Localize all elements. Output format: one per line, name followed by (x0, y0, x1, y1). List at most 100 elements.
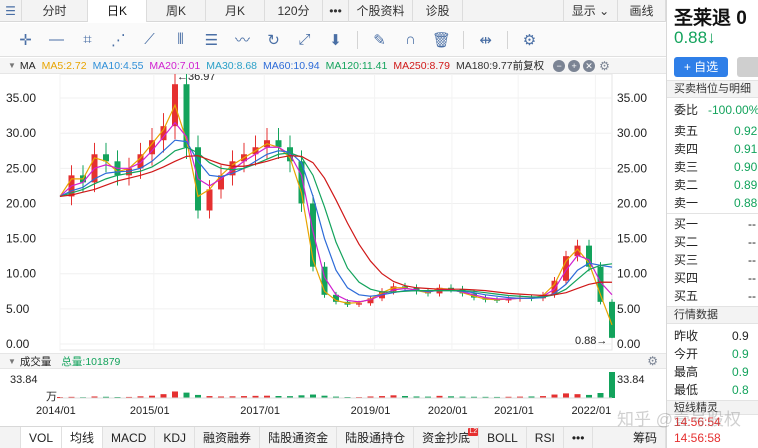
stock-price: 0.88↓ (674, 28, 716, 48)
volume-bar (563, 393, 569, 398)
sell-label: 卖一 (674, 196, 699, 210)
tab-macd[interactable]: MACD (103, 426, 156, 448)
collapse-icon[interactable]: ▼ (8, 357, 16, 366)
tab-bottom-fund[interactable]: 资金抄底 L2 (414, 426, 480, 448)
quote-row: 最低 0.8 (674, 381, 758, 399)
arrow-down-icon[interactable]: ⬇ (320, 27, 351, 53)
y-tick-label: 30.00 (6, 126, 36, 140)
tab-daily-k[interactable]: 日K (88, 0, 147, 22)
tab-more[interactable]: ••• (323, 0, 349, 22)
add-watchlist-button[interactable]: + 自选 (674, 57, 728, 77)
toolbar-divider (357, 30, 358, 49)
draw-line-button[interactable]: 画线 (618, 0, 666, 22)
minus-icon[interactable]: − (553, 59, 566, 72)
y-axis-left: 35.00 30.00 25.00 20.00 15.00 10.00 5.00 0.00 (6, 91, 36, 351)
x-tick-label: 2020/01 (428, 405, 468, 417)
buy-price: -- (748, 289, 756, 303)
settings-icon[interactable]: ⚙ (647, 354, 658, 368)
tab-margin[interactable]: 融资融券 (195, 426, 261, 448)
tab-profile[interactable]: 个股资料 (349, 0, 413, 22)
ma-label: MA (19, 59, 36, 72)
buy-price: -- (748, 235, 756, 249)
stock-price-value: 0.88 (674, 28, 708, 47)
tab-monthly-k[interactable]: 月K (206, 0, 265, 22)
series-line-ma20 (59, 121, 613, 303)
quote-value: 0.8 (732, 383, 749, 397)
l2-badge: L2 (468, 427, 479, 436)
x-tick-label: 2014/01 (36, 405, 76, 417)
trash-icon[interactable]: 🗑 (426, 27, 457, 53)
tab-minute[interactable]: 分时 (22, 0, 88, 22)
volume-bar (574, 394, 581, 398)
tab-rsi[interactable]: RSI (527, 426, 564, 448)
ray-icon[interactable]: ⟋ (134, 27, 165, 53)
magnet-icon[interactable]: ∩ (395, 27, 426, 53)
y-tick-label: 0.00 (617, 337, 641, 351)
quote-row: 昨收 0.9 (674, 327, 758, 345)
ma-legend: ▼ MA MA5:2.72 MA10:4.55 MA20:7.01 MA30:8… (0, 58, 666, 74)
sell-row: 卖一 0.88 (674, 194, 758, 212)
annotation-low: 0.88→ (575, 335, 607, 347)
tab-hk-hold[interactable]: 陆股通持仓 (337, 426, 415, 448)
tab-hk-flow[interactable]: 陆股通资金 (260, 426, 338, 448)
sell-price: 0.90 (734, 160, 758, 174)
sell-price: 0.92 (734, 124, 758, 138)
display-menu[interactable]: 显示 ⌄ (563, 0, 618, 22)
quote-panel: 圣莱退 0 0.88↓ + 自选 买卖档位与明细 委比 -100.00% 卖五 0.… (666, 0, 758, 448)
crop-icon[interactable]: ⌗ (72, 27, 103, 53)
quote-label: 今开 (674, 347, 699, 361)
indicator-tab-bar: VOL 均线 MACD KDJ 融资融券 陆股通资金 陆股通持仓 资金抄底 L2 … (0, 426, 666, 448)
series-line-ma120 (59, 146, 613, 298)
toolbar-divider (463, 30, 464, 49)
horizontal-line-icon[interactable]: — (41, 27, 72, 53)
tab-weekly-k[interactable]: 周K (147, 0, 206, 22)
tab-kdj[interactable]: KDJ (155, 426, 196, 448)
quote-row: 今开 0.9 (674, 345, 758, 363)
tab-120-min[interactable]: 120分 (265, 0, 323, 22)
sell-row: 卖三 0.90 (674, 158, 758, 176)
tab-vol[interactable]: VOL (20, 426, 63, 448)
fan-icon[interactable]: ⋰ (103, 27, 134, 53)
crosshair-icon[interactable]: ✛ (10, 27, 41, 53)
close-icon[interactable]: ✕ (583, 59, 596, 72)
tick-time: 14:56:58 (674, 431, 721, 445)
display-label: 显示 (571, 3, 596, 18)
y-tick-label: 5.00 (6, 302, 30, 316)
wave-icon[interactable]: 〰 (227, 27, 258, 53)
tab-boll[interactable]: BOLL (479, 426, 527, 448)
secondary-button[interactable] (737, 57, 758, 77)
sell-row: 卖四 0.91 (674, 140, 758, 158)
watermark: 知乎 @壹号股权 (617, 410, 741, 429)
tab-ma[interactable]: 均线 (62, 426, 104, 448)
channel-icon[interactable]: ☰ (196, 27, 227, 53)
volume-bar (609, 372, 615, 398)
buy-label: 买五 (674, 289, 699, 303)
y-axis-right: 35.00 30.00 25.00 20.00 15.00 10.00 5.00 0.00 (617, 91, 647, 351)
adjust-label[interactable]: 前复权 (513, 58, 545, 73)
quote-value: 0.9 (732, 329, 749, 343)
ma180-label: MA180:9.77 (455, 59, 513, 72)
settings-icon[interactable]: ⚙ (599, 59, 610, 73)
menu-icon[interactable]: ☰ (0, 0, 22, 22)
annotation-high: ←36.97 (177, 74, 216, 83)
kline-chart[interactable]: 35.00 30.00 25.00 20.00 15.00 10.00 5.00 0.00 3… (0, 74, 666, 426)
cycle-icon[interactable]: ↻ (258, 27, 289, 53)
volume-header: ▼ 成交量 总量:101879 ⚙ (0, 353, 666, 369)
y-tick-label: 0.00 (6, 337, 30, 351)
collapse-icon[interactable]: ▼ (8, 61, 16, 70)
ratio-row: 委比 -100.00% (674, 101, 758, 119)
y-tick-label: 5.00 (617, 302, 641, 316)
eraser-icon[interactable]: ✎ (364, 27, 395, 53)
toolbar-divider (507, 30, 508, 49)
volume-max-left: 33.84 (10, 374, 38, 386)
quote-row: 最高 0.9 (674, 363, 758, 381)
gann-icon[interactable]: ⤢ (289, 27, 320, 53)
buy-label: 买三 (674, 253, 699, 267)
zoom-icon[interactable]: ⇹ (470, 27, 501, 53)
candle-body (356, 303, 362, 305)
settings-icon[interactable]: ⚙ (514, 27, 545, 53)
tab-more[interactable]: ••• (564, 426, 594, 448)
tab-diagnose[interactable]: 诊股 (413, 0, 463, 22)
parallel-lines-icon[interactable]: ⫴ (165, 27, 196, 53)
plus-icon[interactable]: + (568, 59, 581, 72)
